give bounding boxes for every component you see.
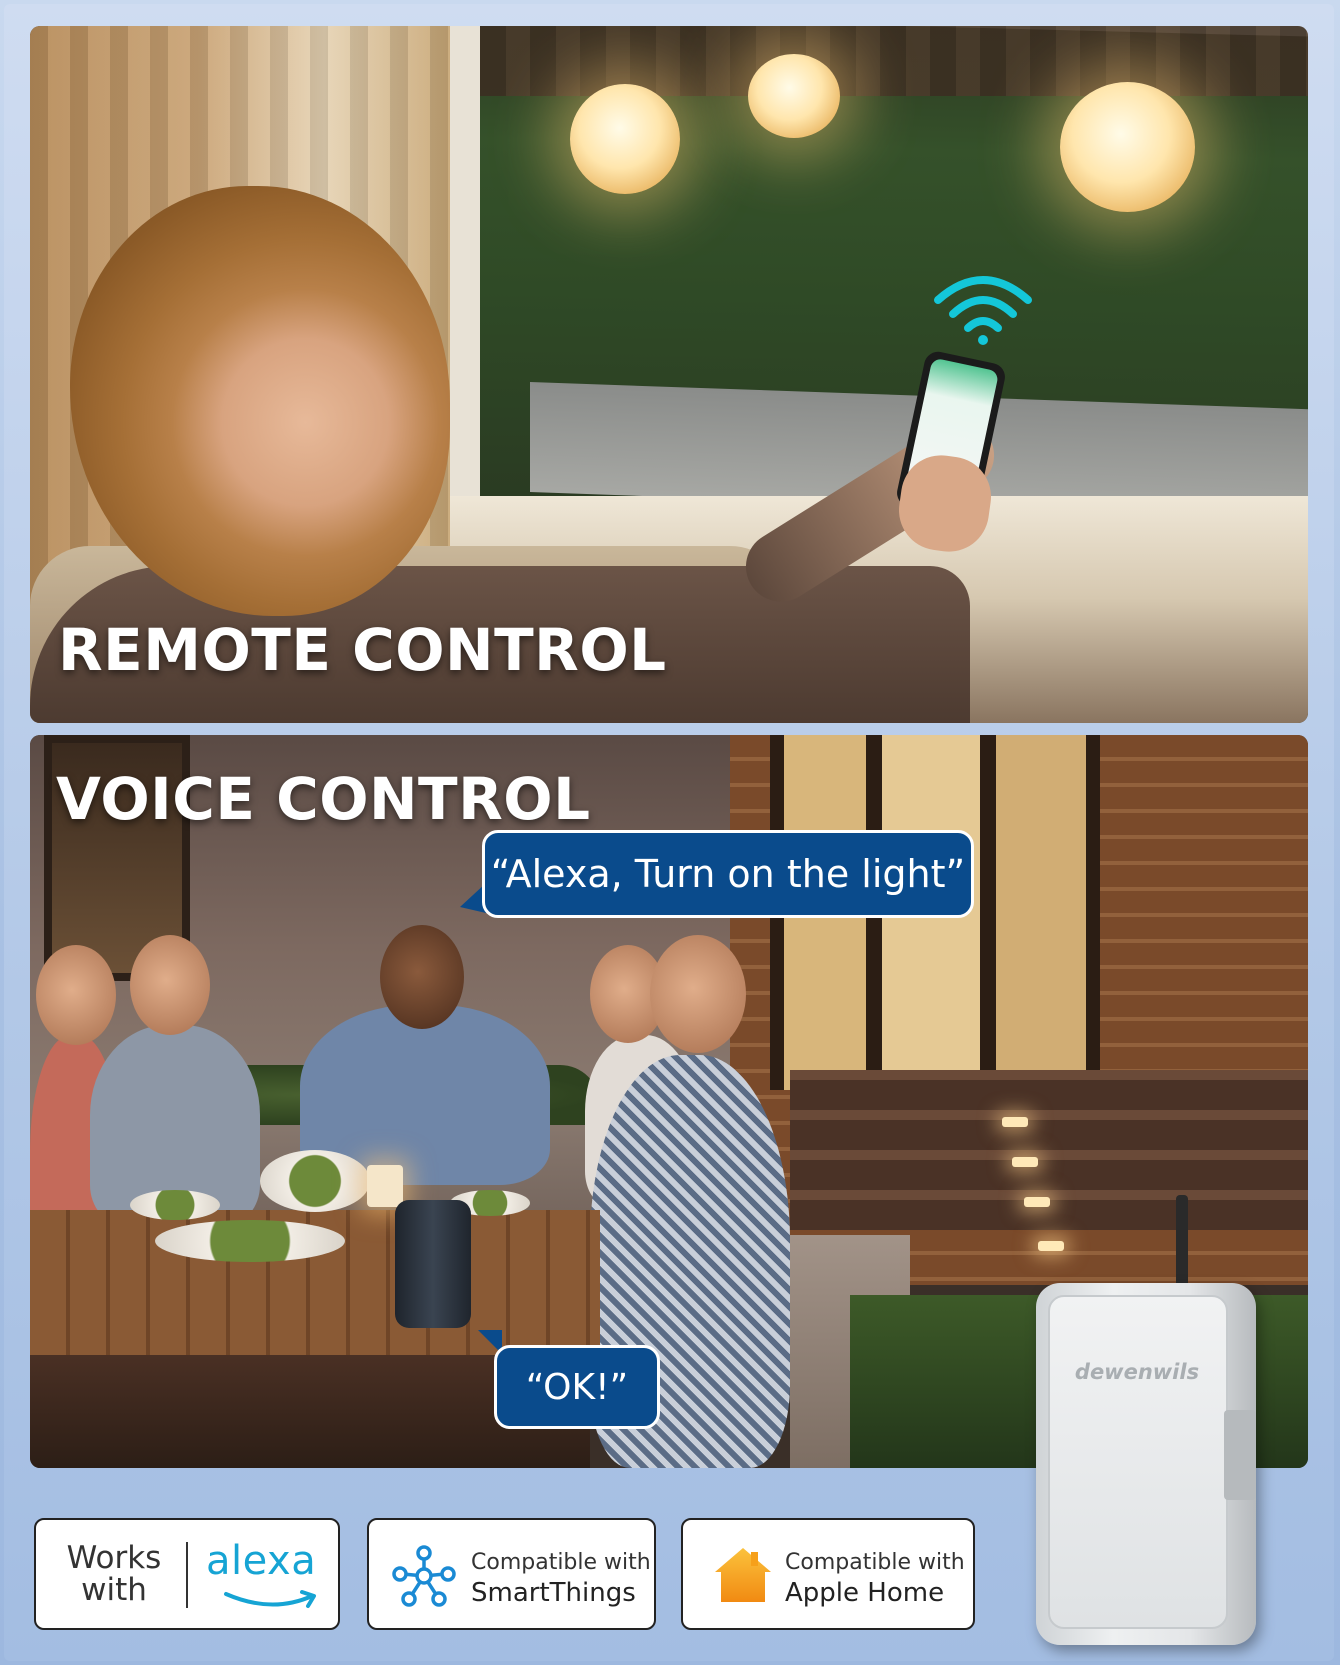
garden-fence <box>480 26 1308 96</box>
works-with-alexa-badge: Works with alexa <box>34 1518 340 1630</box>
smart-timer-device: dewenwils <box>1032 1195 1267 1655</box>
globe-light <box>570 84 680 194</box>
alexa-command-text: “Alexa, Turn on the light” <box>490 852 966 896</box>
home-icon <box>715 1548 771 1602</box>
works-text: Works <box>66 1540 162 1576</box>
wifi-signal-icon <box>934 276 1032 345</box>
diner-head <box>650 935 746 1053</box>
step-light <box>1012 1157 1038 1167</box>
smartthings-name: SmartThings <box>471 1578 636 1608</box>
badge-divider <box>186 1542 188 1608</box>
voice-control-heading: VOICE CONTROL <box>56 765 591 833</box>
apple-home-badge: Compatible with Apple Home <box>681 1518 975 1630</box>
alexa-logo: alexa <box>206 1538 317 1584</box>
diner-head <box>36 945 116 1045</box>
amazon-smile-icon <box>224 1590 316 1608</box>
diner-head <box>380 925 464 1029</box>
remote-control-panel: REMOTE CONTROL <box>30 26 1308 723</box>
salad-bowl <box>260 1150 370 1212</box>
alexa-reply-bubble: “OK!” <box>494 1345 660 1429</box>
works-with-label: Works with <box>54 1542 174 1606</box>
globe-light <box>1060 82 1195 212</box>
plate <box>130 1190 220 1220</box>
smartthings-badge: Compatible with SmartThings <box>367 1518 656 1630</box>
diner-head <box>130 935 210 1035</box>
candle <box>367 1165 403 1207</box>
with-text: with <box>81 1572 147 1608</box>
smart-speaker <box>395 1200 471 1328</box>
device-cover <box>1048 1295 1228 1629</box>
alexa-reply-text: “OK!” <box>525 1366 629 1408</box>
globe-light <box>748 54 840 138</box>
plate <box>155 1220 345 1262</box>
apple-home-compatible-label: Compatible with <box>785 1550 965 1575</box>
apple-home-name: Apple Home <box>785 1578 945 1608</box>
smartthings-compatible-label: Compatible with <box>471 1550 651 1575</box>
remote-control-heading: REMOTE CONTROL <box>58 616 667 684</box>
step-light <box>1002 1117 1028 1127</box>
device-brand-logo: dewenwils <box>1074 1360 1200 1384</box>
device-latch <box>1224 1410 1256 1500</box>
antenna <box>1176 1195 1188 1291</box>
alexa-command-bubble: “Alexa, Turn on the light” <box>482 830 974 918</box>
smartthings-icon <box>392 1545 456 1607</box>
